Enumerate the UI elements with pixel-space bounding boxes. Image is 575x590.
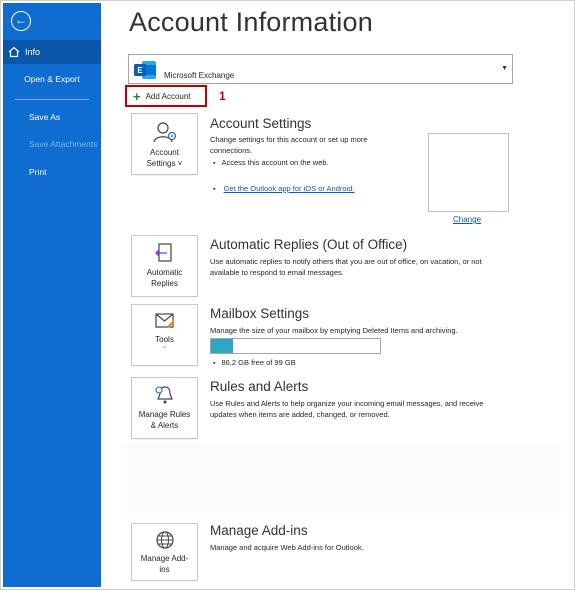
mailbox-settings-description: Manage the size of your mailbox by empty… xyxy=(210,326,458,335)
manage-addins-title: Manage Add-ins xyxy=(210,523,308,538)
mailbox-settings-title: Mailbox Settings xyxy=(210,306,310,321)
account-selector-dropdown[interactable]: E Microsoft Exchange ▼ xyxy=(128,54,513,84)
rules-alerts-icon xyxy=(154,386,173,404)
sidebar-item-label: Info xyxy=(25,47,41,57)
account-settings-title: Account Settings xyxy=(210,116,312,131)
chevron-down-icon: ˇ xyxy=(163,347,166,354)
sidebar-item-label: Save Attachments xyxy=(29,139,98,149)
rules-alerts-title: Rules and Alerts xyxy=(210,379,309,394)
tile-label: Account Settings ˅ xyxy=(146,148,183,168)
rules-alerts-description: Use Rules and Alerts to help organize yo… xyxy=(210,399,484,419)
mailbox-storage-text: 86,2 GB free of 99 GB xyxy=(213,358,295,367)
globe-icon xyxy=(155,531,174,549)
outlook-app-link[interactable]: Get the Outlook app for iOS or Android. xyxy=(224,184,355,193)
manage-addins-tile[interactable]: Manage Add-ins xyxy=(131,523,198,581)
sidebar-item-open-export[interactable]: Open & Export xyxy=(3,70,101,88)
outlook-app-link-item: Get the Outlook app for iOS or Android. xyxy=(213,184,355,193)
manage-rules-alerts-tile[interactable]: Manage Rules & Alerts xyxy=(131,377,198,439)
tile-label: Manage Rules & Alerts xyxy=(138,410,191,430)
add-account-label: Add Account xyxy=(145,91,191,101)
sidebar-item-info[interactable]: Info xyxy=(3,40,101,64)
add-account-button[interactable]: + Add Account xyxy=(125,85,207,107)
mailbox-usage-bar xyxy=(210,338,381,354)
sidebar-item-label: Print xyxy=(29,167,47,177)
mailbox-usage-fill xyxy=(211,339,233,353)
tools-mailbox-icon xyxy=(154,313,175,328)
account-settings-description: Change settings for this account or set … xyxy=(210,135,368,155)
empty-region xyxy=(121,443,561,513)
automatic-replies-tile[interactable]: Automatic Replies xyxy=(131,235,198,297)
manage-addins-description: Manage and acquire Web Add-ins for Outlo… xyxy=(210,543,364,552)
sidebar-item-save-as[interactable]: Save As xyxy=(3,108,101,126)
change-photo-link[interactable]: Change xyxy=(453,215,481,224)
automatic-replies-description: Use automatic replies to notify others t… xyxy=(210,257,482,277)
sidebar-item-print[interactable]: Print xyxy=(3,163,101,181)
tile-label: Tools xyxy=(155,335,174,344)
profile-photo xyxy=(428,133,509,212)
exchange-logo-icon: E xyxy=(134,61,156,79)
sidebar-divider xyxy=(15,99,89,100)
backstage-sidebar: ← Info Open & Export Save As Save Attach… xyxy=(3,3,101,587)
step-number-annotation: 1 xyxy=(219,89,226,103)
account-name: Microsoft Exchange xyxy=(164,71,235,80)
home-icon xyxy=(8,46,20,58)
chevron-down-icon: ▼ xyxy=(501,65,508,72)
main-content: Account Information E Microsoft Exchange… xyxy=(101,3,572,587)
page-title: Account Information xyxy=(129,7,373,37)
sidebar-item-label: Open & Export xyxy=(24,74,80,84)
automatic-replies-icon xyxy=(154,243,172,262)
account-settings-tile[interactable]: Account Settings ˅ xyxy=(131,113,198,175)
account-settings-bullet: Access this account on the web. xyxy=(213,158,328,167)
back-arrow-icon[interactable]: ← xyxy=(11,11,31,31)
tools-tile[interactable]: Tools ˇ xyxy=(131,304,198,366)
sidebar-item-label: Save As xyxy=(29,112,61,122)
sidebar-item-save-attachments: Save Attachments xyxy=(3,135,101,153)
automatic-replies-title: Automatic Replies (Out of Office) xyxy=(210,237,408,252)
tile-label: Automatic Replies xyxy=(146,268,183,288)
plus-icon: + xyxy=(133,88,141,104)
tile-label: Manage Add-ins xyxy=(140,554,189,574)
svg-text:E: E xyxy=(137,66,143,75)
account-settings-icon xyxy=(152,122,176,143)
